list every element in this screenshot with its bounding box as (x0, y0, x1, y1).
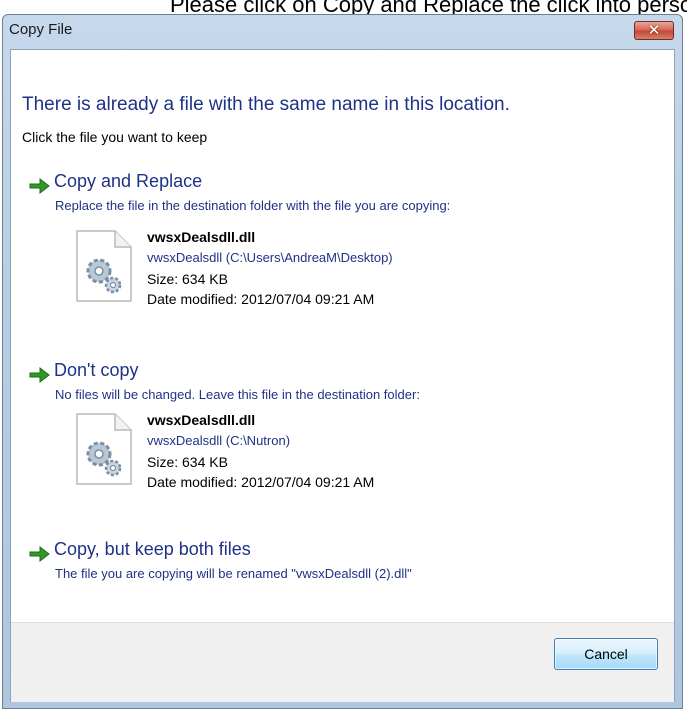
option-description: No files will be changed. Leave this fil… (55, 387, 420, 402)
dialog-footer: Cancel (11, 622, 674, 702)
cancel-button[interactable]: Cancel (554, 638, 658, 670)
option-keep-both-files[interactable]: Copy, but keep both files The file you a… (29, 539, 629, 589)
file-path: vwsxDealsdll (C:\Users\AndreaM\Desktop) (147, 250, 393, 265)
dialog-content: There is already a file with the same na… (10, 49, 675, 702)
option-description: Replace the file in the destination fold… (55, 198, 451, 213)
file-date-modified: Date modified: 2012/07/04 09:21 AM (147, 474, 375, 490)
close-button[interactable]: ✕ (634, 21, 674, 40)
window-title: Copy File (9, 21, 73, 38)
green-arrow-icon (29, 177, 50, 195)
title-bar[interactable]: Copy File ✕ (3, 15, 682, 51)
option-title: Copy and Replace (54, 171, 203, 191)
close-icon: ✕ (647, 22, 661, 39)
dialog-subheading: Click the file you want to keep (22, 129, 208, 145)
file-size: Size: 634 KB (147, 271, 228, 287)
file-date-modified: Date modified: 2012/07/04 09:21 AM (147, 291, 375, 307)
green-arrow-icon (29, 545, 50, 563)
copy-file-dialog: Copy File ✕ There is already a file with… (2, 14, 683, 709)
dll-file-icon (76, 230, 132, 302)
dll-file-icon (76, 413, 132, 485)
dialog-heading: There is already a file with the same na… (22, 94, 510, 115)
file-name: vwsxDealsdll.dll (147, 229, 256, 245)
option-dont-copy[interactable]: Don't copy No files will be changed. Lea… (29, 360, 629, 510)
option-title: Copy, but keep both files (54, 539, 251, 559)
file-path: vwsxDealsdll (C:\Nutron) (147, 433, 291, 448)
option-copy-and-replace[interactable]: Copy and Replace Replace the file in the… (29, 171, 629, 347)
file-size: Size: 634 KB (147, 454, 228, 470)
green-arrow-icon (29, 366, 50, 384)
option-title: Don't copy (54, 360, 139, 380)
option-description: The file you are copying will be renamed… (55, 566, 412, 581)
file-name: vwsxDealsdll.dll (147, 412, 256, 428)
